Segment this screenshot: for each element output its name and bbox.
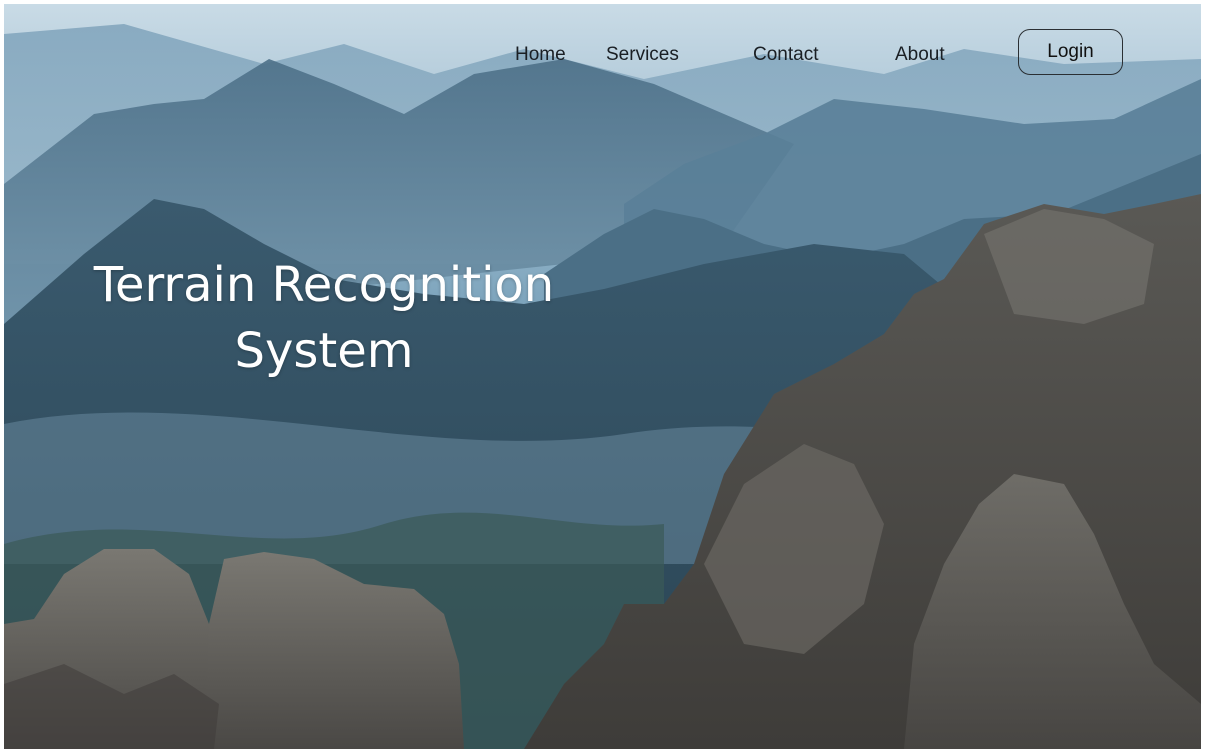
nav-services-link[interactable]: Services	[606, 44, 679, 66]
nav-contact-link[interactable]: Contact	[753, 44, 818, 66]
hero-title-line-2: System	[234, 323, 414, 379]
hero-section: Home Services Contact About Login Terrai…	[4, 4, 1201, 749]
login-button[interactable]: Login	[1018, 29, 1123, 75]
nav-about-link[interactable]: About	[895, 44, 945, 66]
nav-home-link[interactable]: Home	[515, 44, 566, 66]
hero-title: Terrain Recognition System	[44, 252, 604, 384]
top-navigation: Home Services Contact About Login	[4, 4, 1201, 104]
hero-title-line-1: Terrain Recognition	[93, 257, 555, 313]
